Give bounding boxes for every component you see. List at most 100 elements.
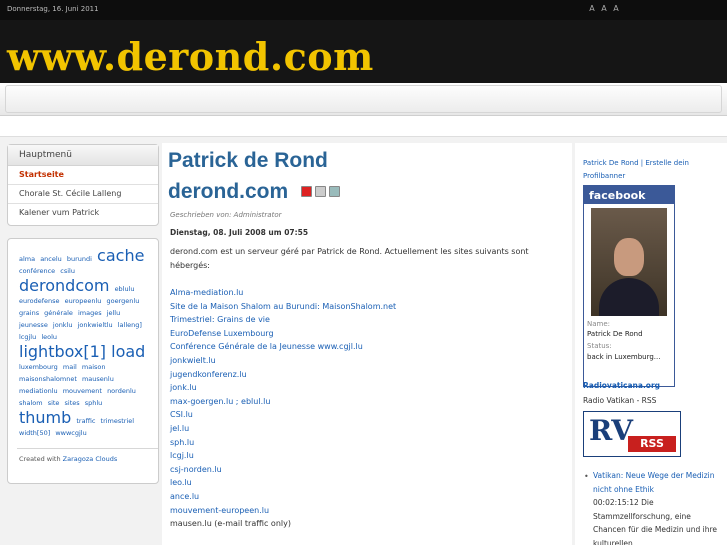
site-link[interactable]: jel.lu bbox=[170, 422, 396, 436]
tag-cloud-list: alma ancelu burundi cache conférence csi… bbox=[19, 247, 149, 439]
site-link[interactable]: csj-norden.lu bbox=[170, 463, 396, 477]
article-intro: derond.com est un serveur géré par Patri… bbox=[170, 247, 529, 270]
tag-cloud-item[interactable]: générale bbox=[44, 309, 73, 317]
fb-status: back in Luxemburg... bbox=[587, 353, 661, 361]
site-link[interactable]: jugendkonferenz.lu bbox=[170, 368, 396, 382]
site-link[interactable]: leo.lu bbox=[170, 476, 396, 490]
font-smaller-button[interactable]: A bbox=[588, 2, 596, 15]
fb-name-label: Name: bbox=[587, 320, 611, 328]
tag-cloud-item[interactable]: trimestriel bbox=[101, 417, 135, 425]
site-link[interactable]: EuroDefense Luxembourg bbox=[170, 327, 396, 341]
tag-cloud-item[interactable]: burundi bbox=[67, 255, 92, 263]
tag-cloud-item[interactable]: eblulu bbox=[115, 285, 135, 293]
profile-banner-link[interactable]: Patrick De Rond | Erstelle dein Profilba… bbox=[583, 157, 723, 183]
font-larger-button[interactable]: A bbox=[612, 2, 620, 15]
email-icon[interactable] bbox=[329, 186, 340, 197]
tag-cloud-item[interactable]: maison bbox=[82, 363, 106, 371]
tag-cloud-item[interactable]: shalom bbox=[19, 399, 43, 407]
tag-cloud-item[interactable]: mail bbox=[63, 363, 77, 371]
tag-cloud-item[interactable]: conférence bbox=[19, 267, 55, 275]
pdf-icon[interactable] bbox=[301, 186, 312, 197]
site-logo[interactable]: www.derond.com bbox=[7, 35, 374, 79]
site-link[interactable]: CSI.lu bbox=[170, 408, 396, 422]
tag-cloud-item[interactable]: maisonshalomnet bbox=[19, 375, 77, 383]
tag-cloud-item[interactable]: cache bbox=[97, 246, 144, 265]
tag-cloud-divider bbox=[17, 448, 158, 449]
site-banner: www.derond.com bbox=[0, 20, 727, 83]
rss-badge: RSS bbox=[628, 436, 676, 452]
article-subtitle: derond.com bbox=[168, 180, 289, 203]
credit-link[interactable]: Zaragoza Clouds bbox=[63, 455, 118, 463]
tag-cloud-item[interactable]: sphlu bbox=[85, 399, 103, 407]
tag-cloud-item[interactable]: eurodefense bbox=[19, 297, 60, 305]
site-link[interactable]: max-goergen.lu ; eblul.lu bbox=[170, 395, 396, 409]
tag-cloud-item[interactable]: csilu bbox=[60, 267, 75, 275]
right-sidebar: Patrick De Rond | Erstelle dein Profilba… bbox=[575, 143, 727, 545]
site-text: mausen.lu (e-mail traffic only) bbox=[170, 519, 291, 529]
tag-cloud-item[interactable]: traffic bbox=[76, 417, 95, 425]
rss-feed-title[interactable]: Radiovaticana.org bbox=[583, 381, 660, 390]
tag-cloud-item[interactable]: width[50] bbox=[19, 429, 50, 437]
site-link[interactable]: sph.lu bbox=[170, 436, 396, 450]
tag-cloud-item[interactable]: mouvement bbox=[63, 387, 102, 395]
facebook-badge[interactable]: facebook Name: Patrick De Rond Status: b… bbox=[583, 185, 675, 387]
article-date: Dienstag, 08. Juli 2008 um 07:55 bbox=[170, 228, 309, 237]
article-actions bbox=[301, 186, 340, 197]
facebook-logo: facebook bbox=[584, 186, 674, 204]
font-size-controls: A A A bbox=[588, 2, 620, 15]
tag-cloud-item[interactable]: ancelu bbox=[40, 255, 62, 263]
site-link[interactable]: ance.lu bbox=[170, 490, 396, 504]
article-title[interactable]: Patrick de Rond bbox=[168, 149, 328, 173]
tag-cloud-item[interactable]: europeenlu bbox=[65, 297, 102, 305]
site-link[interactable]: mouvement-europeen.lu bbox=[170, 504, 396, 518]
tag-cloud-item[interactable]: jonkwieltlu bbox=[78, 321, 113, 329]
tag-cloud-item[interactable]: jonklu bbox=[53, 321, 73, 329]
news-link[interactable]: Vatikan: Neue Wege der Medizin nicht ohn… bbox=[593, 471, 715, 494]
site-link[interactable]: jonkwielt.lu bbox=[170, 354, 396, 368]
tag-cloud: alma ancelu burundi cache conférence csi… bbox=[7, 238, 159, 484]
site-link[interactable]: lcgj.lu bbox=[170, 449, 396, 463]
tag-cloud-item[interactable]: images bbox=[78, 309, 102, 317]
news-item: • Vatikan: Neue Wege der Medizin nicht o… bbox=[584, 469, 721, 545]
tag-cloud-item[interactable]: lalleng] bbox=[118, 321, 142, 329]
tag-cloud-item[interactable]: thumb bbox=[19, 408, 71, 427]
article: Patrick de Rond derond.com Geschrieben v… bbox=[162, 143, 572, 545]
news-text: 00:02:15:12 Die Stammzellforschung, eine… bbox=[593, 498, 718, 545]
site-link[interactable]: Trimestriel: Grains de vie bbox=[170, 313, 396, 327]
tag-cloud-item[interactable]: lightbox[1] bbox=[19, 342, 106, 361]
menu-item-startseite[interactable]: Startseite bbox=[8, 166, 158, 185]
article-author: Geschrieben von: Administrator bbox=[170, 211, 282, 219]
tag-cloud-item[interactable]: luxembourg bbox=[19, 363, 58, 371]
tag-cloud-item[interactable]: load bbox=[111, 342, 145, 361]
nav-bar bbox=[5, 85, 722, 113]
radio-vatican-rss-logo[interactable]: RV RSS bbox=[583, 411, 681, 457]
tag-cloud-item[interactable]: alma bbox=[19, 255, 35, 263]
bullet-icon: • bbox=[584, 472, 589, 481]
tag-cloud-item[interactable]: jellu bbox=[107, 309, 121, 317]
tag-cloud-item[interactable]: derondcom bbox=[19, 276, 109, 295]
tag-cloud-item[interactable]: wwwcgjlu bbox=[55, 429, 86, 437]
tag-cloud-item[interactable]: sites bbox=[65, 399, 80, 407]
top-bar: Donnerstag, 16. Juni 2011 A A A bbox=[0, 0, 727, 20]
tag-cloud-item[interactable]: nordenlu bbox=[107, 387, 136, 395]
tag-cloud-item[interactable]: site bbox=[48, 399, 60, 407]
tag-cloud-item[interactable]: mausenlu bbox=[82, 375, 114, 383]
site-link[interactable]: Conférence Générale de la Jeunesse www.c… bbox=[170, 340, 396, 354]
tag-cloud-item[interactable]: grains bbox=[19, 309, 39, 317]
site-link[interactable]: Alma-mediation.lu bbox=[170, 286, 396, 300]
tag-cloud-item[interactable]: mediationlu bbox=[19, 387, 58, 395]
site-link[interactable]: jonk.lu bbox=[170, 381, 396, 395]
tag-cloud-item[interactable]: jeunesse bbox=[19, 321, 48, 329]
site-link[interactable]: Site de la Maison Shalom au Burundi: Mai… bbox=[170, 300, 396, 314]
print-icon[interactable] bbox=[315, 186, 326, 197]
main-menu: Hauptmenü Startseite Chorale St. Cécile … bbox=[7, 144, 159, 226]
tag-cloud-item[interactable]: lcgjlu bbox=[19, 333, 36, 341]
rss-feed-subtitle: Radio Vatikan - RSS bbox=[583, 396, 657, 405]
tag-cloud-item[interactable]: leolu bbox=[41, 333, 57, 341]
tag-cloud-item[interactable]: goergenlu bbox=[107, 297, 140, 305]
menu-item-kalener[interactable]: Kalener vum Patrick bbox=[8, 204, 158, 223]
credit-prefix: Created with bbox=[19, 455, 61, 463]
rv-logo-text: RV bbox=[589, 414, 633, 447]
menu-item-chorale[interactable]: Chorale St. Cécile Lalleng bbox=[8, 185, 158, 204]
font-reset-button[interactable]: A bbox=[600, 2, 608, 15]
